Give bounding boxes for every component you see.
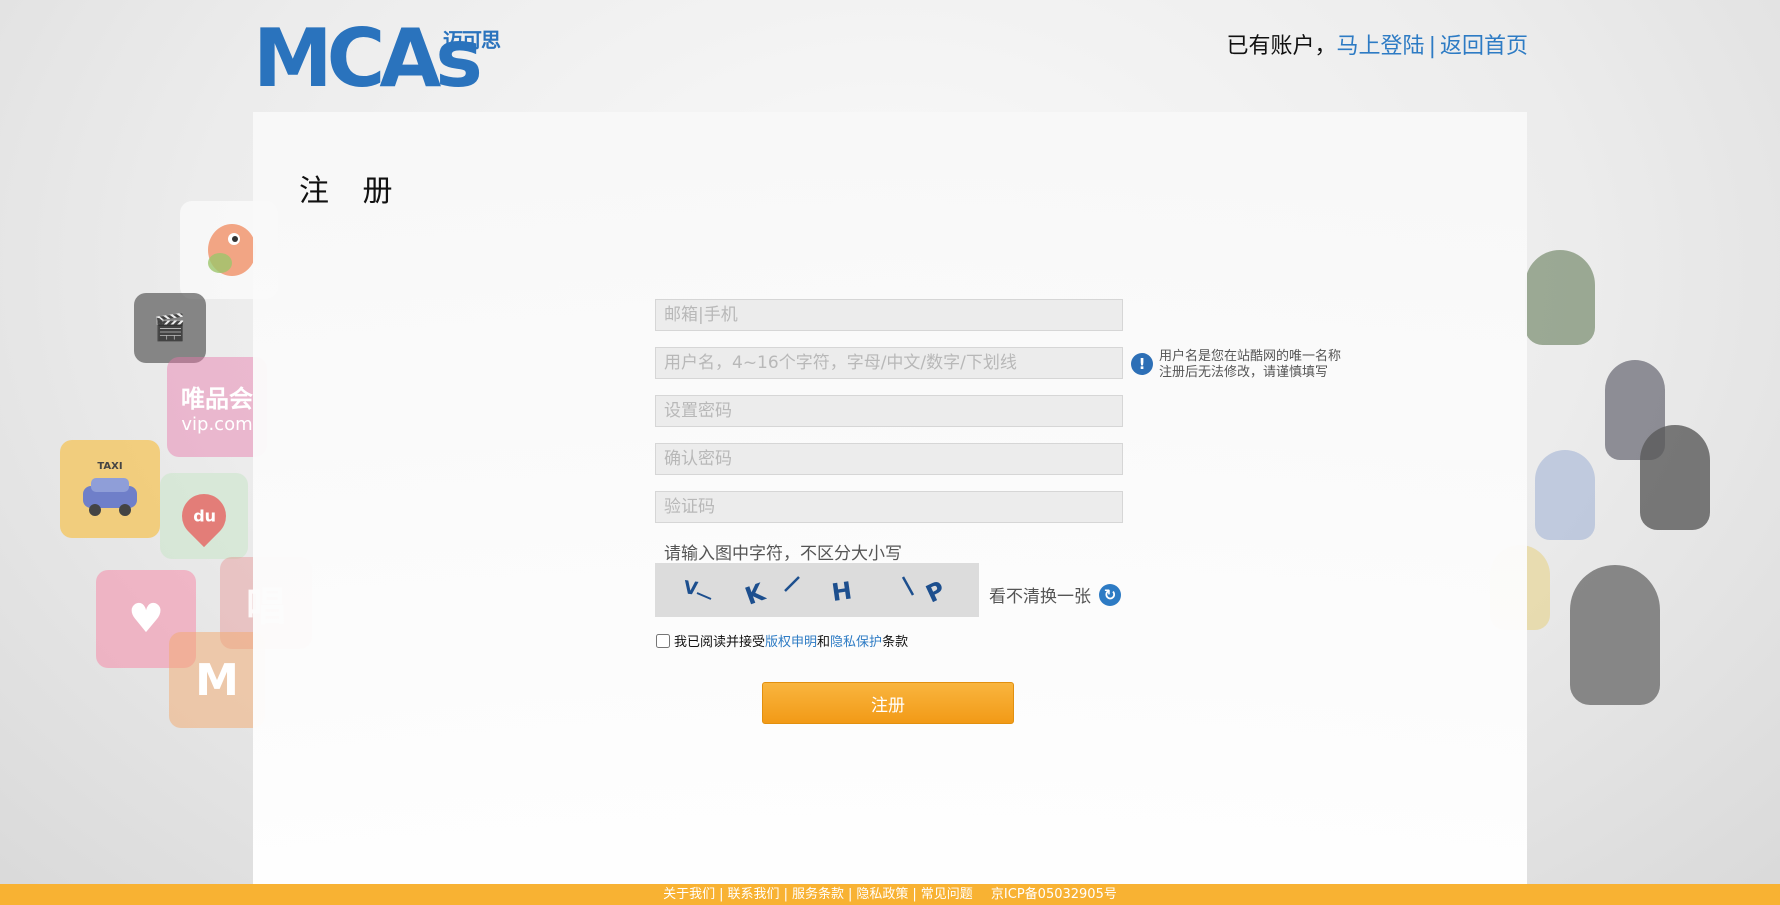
hint-line-1: 用户名是您在站酷网的唯一名称 <box>1159 349 1342 364</box>
agree-checkbox[interactable] <box>656 633 670 648</box>
logo-chinese-name: 迈可思 <box>443 28 501 52</box>
captcha-char-4: P <box>922 576 950 609</box>
login-link[interactable]: 马上登陆 <box>1337 34 1425 59</box>
captcha-char-1: V <box>682 577 699 600</box>
footer: 关于我们 | 联系我们 | 服务条款 | 隐私政策 | 常见问题 京ICP备05032905号 <box>0 884 1780 905</box>
refresh-icon: ↻ <box>1099 583 1121 606</box>
captcha-char-2: K <box>741 577 769 610</box>
link-separator: | <box>1428 34 1436 59</box>
movie-app-icon: 🎬 <box>134 293 206 363</box>
soldier-avatar-icon <box>1525 250 1595 345</box>
footer-link-about[interactable]: 关于我们 <box>663 887 715 902</box>
hacker-avatar-icon <box>1640 425 1710 530</box>
mango-tv-app-icon: M <box>169 632 265 728</box>
taxi-app-icon: TAXI <box>60 440 160 538</box>
refresh-captcha-label: 看不清换一张 <box>989 587 1091 607</box>
captcha-image[interactable]: V K H P <box>655 563 979 617</box>
top-links: 已有账户，马上登陆 | 返回首页 <box>1227 28 1528 60</box>
info-icon: ! <box>1131 353 1153 375</box>
baidu-map-app-icon: du <box>160 473 248 559</box>
vip-app-text: 唯品会 <box>181 385 253 413</box>
taxi-app-text: TAXI <box>97 460 123 472</box>
vip-app-icon: 唯品会 vip.com <box>167 357 267 457</box>
baidu-map-app-text: du <box>192 506 216 526</box>
register-panel: 注 册 ! 用户名是您在站酷网的唯一名称 注册后无法修改，请谨慎填写 请输入图中… <box>253 112 1527 884</box>
hint-text: 用户名是您在站酷网的唯一名称 注册后无法修改，请谨慎填写 <box>1159 349 1341 381</box>
footer-icp[interactable]: 京ICP备05032905号 <box>991 887 1117 902</box>
agree-suffix: 条款 <box>882 635 909 650</box>
username-field[interactable] <box>655 347 1123 379</box>
captcha-char-3: H <box>830 576 854 607</box>
footer-link-contact[interactable]: 联系我们 <box>728 887 780 902</box>
mcas-logo[interactable]: MCAs 迈可思 <box>253 19 503 99</box>
footer-link-faq[interactable]: 常见问题 <box>921 887 973 902</box>
register-button[interactable]: 注册 <box>762 682 1014 724</box>
footer-link-privacy[interactable]: 隐私政策 <box>856 887 908 902</box>
waiter-avatar-icon <box>1570 565 1660 705</box>
page-title: 注 册 <box>299 174 405 209</box>
agree-prefix: 我已阅读并接受 <box>674 635 766 650</box>
terms-agreement: 我已阅读并接受 版权申明和隐私保护 条款 <box>656 631 908 650</box>
privacy-link[interactable]: 隐私保护 <box>830 631 882 650</box>
vip-app-subtext: vip.com <box>181 414 253 435</box>
account-prompt: 已有账户， <box>1226 34 1337 59</box>
captcha-field[interactable] <box>655 491 1123 523</box>
username-hint: ! 用户名是您在站酷网的唯一名称 注册后无法修改，请谨慎填写 <box>1131 349 1341 381</box>
agree-and: 和 <box>817 635 831 650</box>
confirm-password-field[interactable] <box>655 443 1123 475</box>
hint-line-2: 注册后无法修改，请谨慎填写 <box>1159 365 1329 380</box>
home-link[interactable]: 返回首页 <box>1440 34 1528 59</box>
captcha-tip: 请输入图中字符，不区分大小写 <box>664 544 902 564</box>
email-field[interactable] <box>655 299 1123 331</box>
password-field[interactable] <box>655 395 1123 427</box>
refresh-captcha-button[interactable]: 看不清换一张 ↻ <box>989 582 1121 607</box>
miner-avatar-icon <box>1535 450 1595 540</box>
copyright-link[interactable]: 版权申明 <box>765 631 817 650</box>
footer-link-terms[interactable]: 服务条款 <box>792 887 844 902</box>
